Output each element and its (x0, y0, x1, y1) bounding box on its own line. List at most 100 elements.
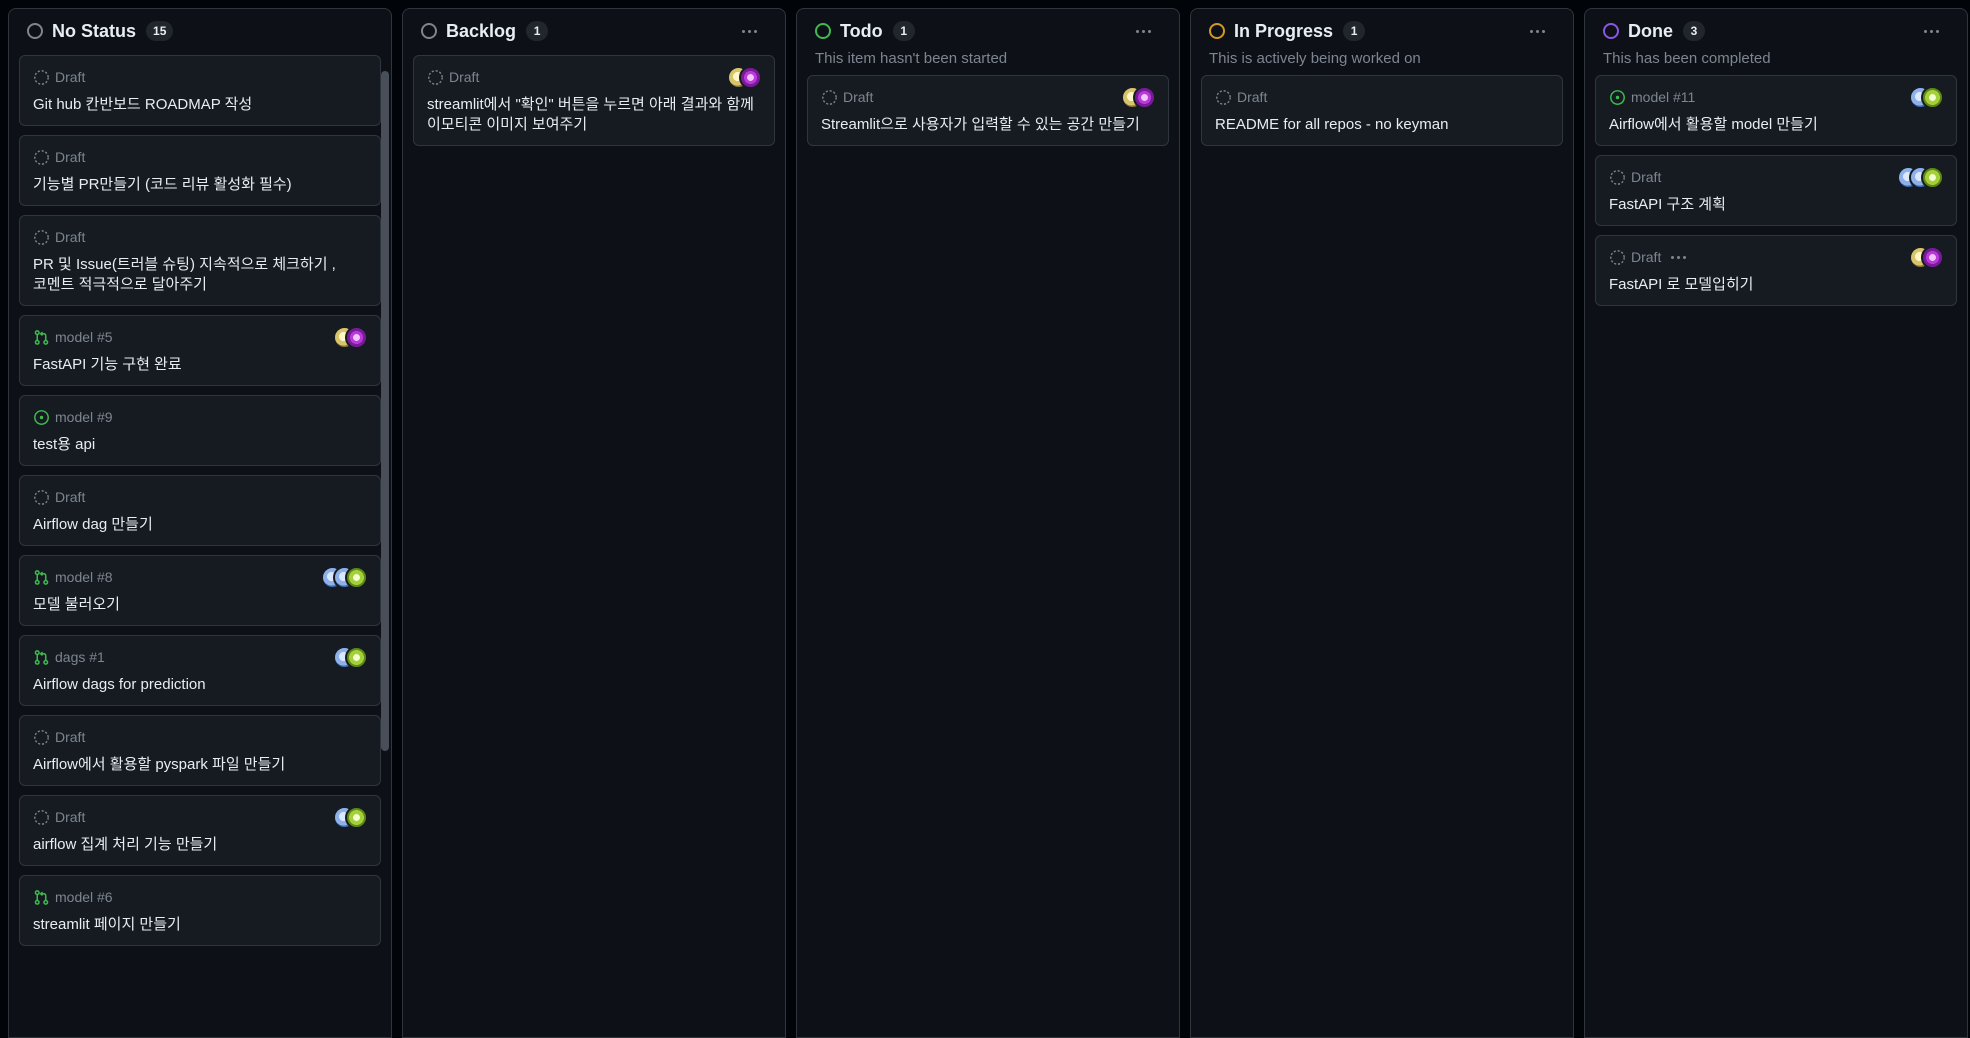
board-card[interactable]: Draft Git hub 칸반보드 ROADMAP 작성 (19, 55, 381, 126)
card-title[interactable]: airflow 집계 처리 기능 만들기 (33, 835, 367, 855)
status-ring-icon (1603, 23, 1619, 39)
column-header: Done 3 (1585, 9, 1967, 53)
board-card[interactable]: model #11 Airflow에서 활용할 model 만들기 (1595, 75, 1957, 146)
card-list: Draft streamlit에서 "확인" 버튼을 누르면 아래 결과와 함께 … (403, 53, 785, 146)
draft-issue-icon (33, 229, 50, 246)
card-meta: Draft (33, 487, 367, 507)
card-title[interactable]: Git hub 칸반보드 ROADMAP 작성 (33, 95, 367, 115)
card-title[interactable]: FastAPI 로 모델입히기 (1609, 275, 1943, 295)
pull-request-icon (33, 649, 50, 666)
assignee-avatars[interactable] (1121, 86, 1156, 109)
column-options-button[interactable] (1523, 21, 1551, 41)
draft-issue-icon (33, 729, 50, 746)
board-card[interactable]: Draft streamlit에서 "확인" 버튼을 누르면 아래 결과와 함께 … (413, 55, 775, 146)
assignee-avatars[interactable] (1897, 166, 1944, 189)
assignee-avatars[interactable] (1909, 246, 1944, 269)
column-options-button[interactable] (1917, 21, 1945, 41)
card-meta: model #5 (33, 327, 367, 347)
card-meta: Draft (427, 67, 761, 87)
card-title[interactable]: Airflow에서 활용할 pyspark 파일 만들기 (33, 755, 367, 775)
card-meta: Draft (1215, 87, 1549, 107)
card-title[interactable]: Airflow dag 만들기 (33, 515, 367, 535)
card-meta-label: Draft (449, 69, 480, 85)
card-title[interactable]: Airflow에서 활용할 model 만들기 (1609, 115, 1943, 135)
card-meta: Draft (33, 147, 367, 167)
draft-issue-icon (33, 69, 50, 86)
column-header: Backlog 1 (403, 9, 785, 53)
card-title[interactable]: 기능별 PR만들기 (코드 리뷰 활성화 필수) (33, 175, 367, 195)
board-card[interactable]: model #6 streamlit 페이지 만들기 (19, 875, 381, 946)
card-meta-label[interactable]: dags #1 (55, 649, 105, 665)
column-options-button[interactable] (735, 21, 763, 41)
board-card[interactable]: Draft airflow 집계 처리 기능 만들기 (19, 795, 381, 866)
board-card[interactable]: Draft Airflow에서 활용할 pyspark 파일 만들기 (19, 715, 381, 786)
column-header: No Status 15 (9, 9, 391, 53)
card-title[interactable]: FastAPI 구조 계획 (1609, 195, 1943, 215)
open-issue-icon (33, 409, 50, 426)
board-card[interactable]: Draft FastAPI 로 모델입히기 (1595, 235, 1957, 306)
status-ring-icon (421, 23, 437, 39)
card-meta-label: Draft (55, 69, 86, 85)
board-card[interactable]: Draft README for all repos - no keyman (1201, 75, 1563, 146)
card-meta-label: Draft (1631, 169, 1662, 185)
avatar (345, 646, 368, 669)
card-meta-label[interactable]: model #5 (55, 329, 113, 345)
item-count-badge: 15 (146, 21, 174, 41)
card-title[interactable]: streamlit에서 "확인" 버튼을 누르면 아래 결과와 함께 이모티콘 … (427, 95, 761, 135)
board-card[interactable]: Draft Airflow dag 만들기 (19, 475, 381, 546)
card-meta-label: Draft (55, 729, 86, 745)
column-in-progress: In Progress 1 This is actively being worke… (1190, 8, 1574, 1038)
board-card[interactable]: Draft PR 및 Issue(트러블 슈팅) 지속적으로 체크하기 , 코멘트… (19, 215, 381, 306)
card-meta-label: Draft (55, 489, 86, 505)
column-header: Todo 1 (797, 9, 1179, 53)
board-card[interactable]: model #5 FastAPI 기능 구현 완료 (19, 315, 381, 386)
card-meta-label[interactable]: model #9 (55, 409, 113, 425)
column-backlog: Backlog 1 Draft streamlit에서 "확인" 버튼을 누르면 아래… (402, 8, 786, 1038)
card-meta: Draft (33, 227, 367, 247)
assignee-avatars[interactable] (727, 66, 762, 89)
board-card[interactable]: Draft Streamlit으로 사용자가 입력할 수 있는 공간 만들기 (807, 75, 1169, 146)
assignee-avatars[interactable] (333, 806, 368, 829)
column-header: In Progress 1 (1191, 9, 1573, 53)
avatar (1133, 86, 1156, 109)
assignee-avatars[interactable] (321, 566, 368, 589)
assignee-avatars[interactable] (333, 326, 368, 349)
draft-issue-icon (821, 89, 838, 106)
card-title[interactable]: Streamlit으로 사용자가 입력할 수 있는 공간 만들기 (821, 115, 1155, 135)
card-meta: Draft (33, 67, 367, 87)
status-ring-icon (1209, 23, 1225, 39)
card-title[interactable]: Airflow dags for prediction (33, 675, 367, 695)
board-card[interactable]: model #9 test용 api (19, 395, 381, 466)
item-count-badge: 1 (892, 21, 915, 41)
card-meta-label[interactable]: model #8 (55, 569, 113, 585)
card-meta-label[interactable]: model #11 (1631, 89, 1695, 105)
card-title[interactable]: 모델 불러오기 (33, 595, 367, 615)
item-count-badge: 1 (526, 21, 549, 41)
card-options-button[interactable] (1671, 255, 1687, 259)
column-options-button[interactable] (1129, 21, 1157, 41)
board-card[interactable]: dags #1 Airflow dags for prediction (19, 635, 381, 706)
avatar (345, 806, 368, 829)
board-card[interactable]: Draft 기능별 PR만들기 (코드 리뷰 활성화 필수) (19, 135, 381, 206)
card-title[interactable]: test용 api (33, 435, 367, 455)
draft-issue-icon (1215, 89, 1232, 106)
assignee-avatars[interactable] (333, 646, 368, 669)
board-card[interactable]: Draft FastAPI 구조 계획 (1595, 155, 1957, 226)
card-meta-label: Draft (55, 149, 86, 165)
open-issue-icon (1609, 89, 1626, 106)
assignee-avatars[interactable] (1909, 86, 1944, 109)
card-list: Draft README for all repos - no keyman (1191, 73, 1573, 146)
draft-issue-icon (1609, 169, 1626, 186)
draft-issue-icon (427, 69, 444, 86)
column-scrollbar[interactable] (381, 71, 389, 751)
card-title[interactable]: README for all repos - no keyman (1215, 115, 1549, 135)
column-no-status: No Status 15 Draft Git hub 칸반보드 ROADMAP 작성 D… (8, 8, 392, 1038)
board-card[interactable]: model #8 모델 불러오기 (19, 555, 381, 626)
card-title[interactable]: FastAPI 기능 구현 완료 (33, 355, 367, 375)
project-board: No Status 15 Draft Git hub 칸반보드 ROADMAP 작성 D… (0, 0, 1970, 1038)
column-title: Backlog (446, 20, 517, 41)
card-meta-label[interactable]: model #6 (55, 889, 113, 905)
card-title[interactable]: PR 및 Issue(트러블 슈팅) 지속적으로 체크하기 , 코멘트 적극적으… (33, 255, 367, 295)
card-meta: Draft (1609, 247, 1943, 267)
card-title[interactable]: streamlit 페이지 만들기 (33, 915, 367, 935)
